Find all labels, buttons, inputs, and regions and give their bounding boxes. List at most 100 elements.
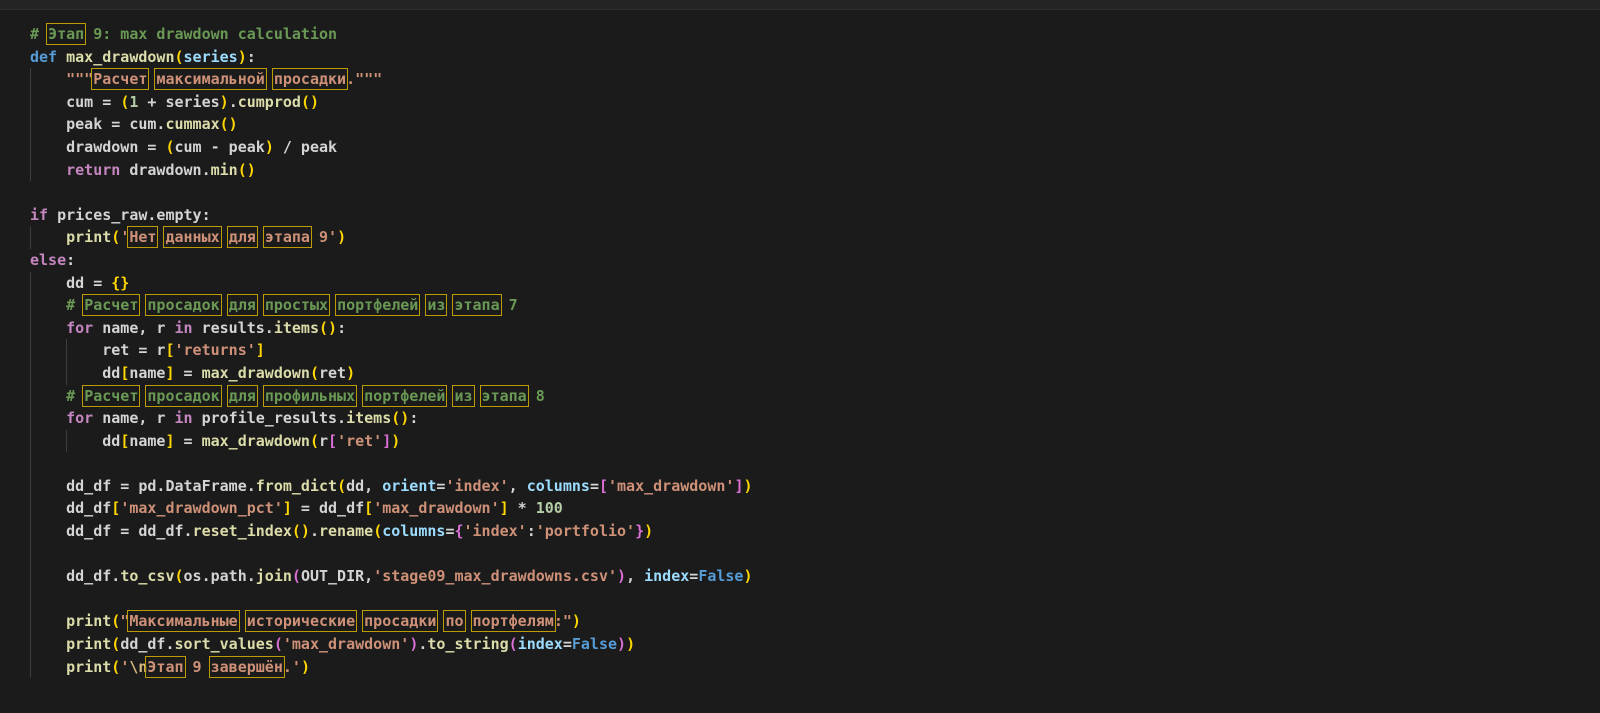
code-token: = xyxy=(689,567,699,586)
code-token: ) xyxy=(391,431,401,450)
unicode-highlight-box: портфелей xyxy=(362,384,448,407)
unicode-highlight-box: просадки xyxy=(271,68,349,91)
indent-guide xyxy=(30,474,31,498)
code-token: : xyxy=(66,250,76,269)
code-token: : xyxy=(409,409,419,428)
code-token: profile_results. xyxy=(192,409,347,428)
code-line: """Расчет максимальной просадки.""" xyxy=(0,68,1600,91)
code-token: def xyxy=(30,47,58,66)
code-token: ) xyxy=(571,612,581,631)
code-token: in xyxy=(174,409,193,428)
code-token: 7 xyxy=(499,296,518,315)
code-token: for xyxy=(66,318,94,337)
code-line: ret = r['returns'] xyxy=(0,339,1600,362)
unicode-highlight-box: Этап xyxy=(145,655,186,678)
code-token: { xyxy=(454,522,464,541)
unicode-highlight-box: этапа xyxy=(452,294,502,317)
code-token: : xyxy=(526,522,536,541)
indent-guide xyxy=(30,271,31,295)
code-token: / peak xyxy=(273,137,338,156)
indent-guide xyxy=(30,135,31,159)
code-token: False xyxy=(571,635,618,654)
code-token: ( xyxy=(111,635,121,654)
code-token: ) xyxy=(617,635,627,654)
code-token: results. xyxy=(192,318,274,337)
unicode-highlight-box: из xyxy=(425,294,448,317)
unicode-highlight-box: Максимальные xyxy=(127,610,240,633)
unicode-highlight-box: завершён xyxy=(208,655,285,678)
code-line: dd[name] = max_drawdown(ret) xyxy=(0,361,1600,385)
unicode-highlight-box: данных xyxy=(163,226,222,249)
unicode-highlight-box: Расчет xyxy=(91,68,150,91)
code-editor[interactable]: # Этап 9: max drawdown calculation def ma… xyxy=(0,10,1600,679)
code-token: # xyxy=(30,25,49,43)
indent-guide xyxy=(30,520,31,543)
code-token: .' xyxy=(282,657,301,676)
code-token: dd_df. xyxy=(30,567,121,586)
code-token: dd_df = pd.DataFrame. xyxy=(30,476,256,495)
unicode-highlight-box: простых xyxy=(262,294,331,317)
code-line: dd_df = dd_df.reset_index().rename(colum… xyxy=(0,520,1600,543)
code-token: ( xyxy=(111,228,121,247)
code-line: peak = cum.cummax() xyxy=(0,113,1600,136)
code-token: # xyxy=(66,296,85,315)
code-line: # Расчет просадок для профильных портфел… xyxy=(0,384,1600,408)
unicode-highlight-box: Расчет xyxy=(82,384,141,407)
unicode-highlight-box: из xyxy=(452,384,475,407)
code-token: os.path. xyxy=(183,567,256,586)
code-token: [ xyxy=(111,499,121,518)
code-token: reset_index xyxy=(192,522,292,541)
code-token: () xyxy=(391,409,410,428)
code-token: drawdown. xyxy=(120,160,211,179)
code-token: ( xyxy=(174,47,184,66)
unicode-highlight-box: этапа xyxy=(262,226,312,249)
code-token: # xyxy=(66,386,85,405)
code-token: ) xyxy=(219,92,229,111)
indent-guide xyxy=(30,587,31,611)
code-line: dd_df = pd.DataFrame.from_dict(dd, orien… xyxy=(0,474,1600,498)
code-token: to_string xyxy=(427,635,509,654)
code-token: ) xyxy=(644,522,654,541)
code-token: [ xyxy=(364,499,374,518)
indent-guide xyxy=(30,384,31,408)
indent-guide xyxy=(30,158,31,182)
code-line: dd = {} xyxy=(0,271,1600,295)
code-token: 'index' xyxy=(445,476,509,495)
unicode-highlight-box: просадки xyxy=(362,610,439,633)
code-token: prices_raw.empty: xyxy=(48,205,211,224)
code-token: print xyxy=(66,228,112,247)
code-line: dd_df['max_drawdown_pct'] = dd_df['max_d… xyxy=(0,497,1600,521)
code-token: .""" xyxy=(346,70,383,89)
code-token: dd_df = dd_df. xyxy=(30,522,193,541)
indent-guide xyxy=(30,452,31,475)
code-token: cum - peak xyxy=(174,137,265,156)
code-token: join xyxy=(255,567,292,586)
code-token: ( xyxy=(508,635,518,654)
code-token: print xyxy=(66,657,112,676)
code-token: 9 xyxy=(183,657,211,676)
code-token: () xyxy=(237,160,256,179)
code-token: 100 xyxy=(535,499,563,518)
code-line: print(dd_df.sort_values('max_drawdown').… xyxy=(0,633,1600,656)
code-line: cum = (1 + series).cumprod() xyxy=(0,90,1600,114)
code-token: cum = xyxy=(30,92,121,111)
code-token: peak = cum. xyxy=(30,115,166,134)
code-token: 'index' xyxy=(463,522,527,541)
code-token: = dd_df xyxy=(291,499,365,518)
indent-guide xyxy=(30,113,31,136)
code-token: rename xyxy=(319,522,374,541)
unicode-highlight-box: для xyxy=(226,226,258,249)
code-token: ] xyxy=(255,341,265,360)
code-token: ( xyxy=(309,363,319,382)
code-token: False xyxy=(698,567,744,586)
